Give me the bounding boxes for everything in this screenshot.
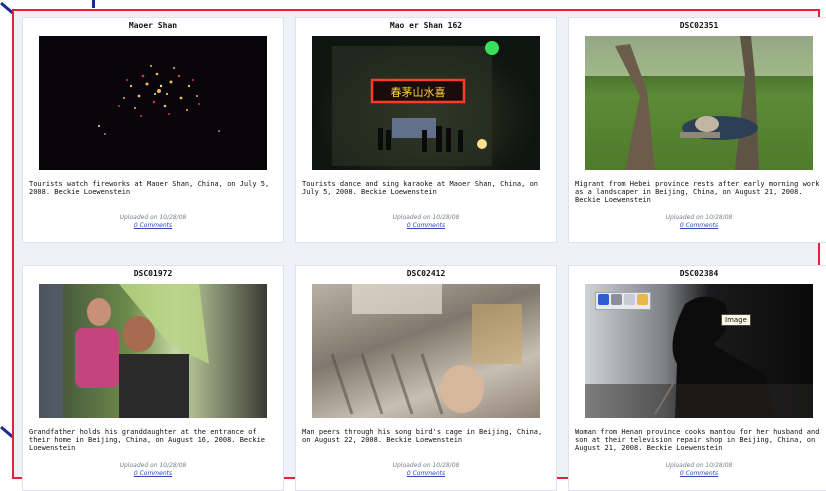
upload-date: Uploaded on 10/28/08 — [392, 462, 460, 469]
photo-title[interactable]: Mao er Shan 162 — [296, 18, 556, 33]
save-icon[interactable] — [598, 294, 609, 305]
photo-caption: Woman from Henan province cooks mantou f… — [575, 428, 820, 452]
upload-date: Uploaded on 10/28/08 — [119, 214, 187, 221]
karaoke-sign-text: 春茅山水喜 — [391, 86, 446, 99]
photo-mantou[interactable]: Image — [585, 284, 813, 418]
photo-caption: Tourists watch fireworks at Maoer Shan, … — [29, 180, 270, 196]
photo-title[interactable]: DSC02412 — [296, 266, 556, 281]
grandfather-image — [39, 284, 209, 418]
photo-grandfather[interactable] — [39, 284, 267, 418]
photo-meta: Uploaded on 10/28/08 0 Comments — [296, 214, 556, 230]
image-toolbar — [595, 292, 651, 310]
photo-caption: Grandfather holds his granddaughter at t… — [29, 428, 266, 452]
email-icon[interactable] — [624, 294, 635, 305]
print-icon[interactable] — [611, 294, 622, 305]
upload-date: Uploaded on 10/28/08 — [665, 214, 733, 221]
photo-caption: Migrant from Hebei province rests after … — [575, 180, 820, 204]
image-tooltip: Image — [721, 314, 751, 326]
fireworks-image — [98, 65, 220, 135]
upload-date: Uploaded on 10/28/08 — [119, 462, 187, 469]
photo-title[interactable]: DSC02384 — [569, 266, 826, 281]
photo-card: DSC02351 Migrant from Hebei province res… — [568, 17, 826, 243]
photo-card: Mao er Shan 162 春茅山水喜 Tourists dance and… — [295, 17, 557, 243]
photo-fireworks[interactable] — [39, 36, 267, 170]
photo-karaoke[interactable]: 春茅山水喜 — [312, 36, 540, 170]
top-strip — [0, 0, 826, 8]
comments-link[interactable]: 0 Comments — [296, 222, 556, 230]
photo-meta: Uploaded on 10/28/08 0 Comments — [23, 462, 283, 478]
photo-grid: Maoer Shan Tourists watch fireworks at M… — [22, 17, 826, 491]
photo-card: DSC02412 Man peers through his song bird… — [295, 265, 557, 491]
photo-park[interactable] — [585, 36, 813, 170]
park-image — [585, 36, 813, 170]
comments-link[interactable]: 0 Comments — [23, 470, 283, 478]
comments-link[interactable]: 0 Comments — [296, 470, 556, 478]
upload-date: Uploaded on 10/28/08 — [665, 462, 733, 469]
photo-meta: Uploaded on 10/28/08 0 Comments — [569, 214, 826, 230]
photo-caption: Man peers through his song bird's cage i… — [302, 428, 543, 444]
photo-card: Maoer Shan Tourists watch fireworks at M… — [22, 17, 284, 243]
folder-icon[interactable] — [637, 294, 648, 305]
karaoke-image: 春茅山水喜 — [332, 41, 499, 166]
photo-title[interactable]: DSC02351 — [569, 18, 826, 33]
comments-link[interactable]: 0 Comments — [569, 470, 826, 478]
photo-bird-cage[interactable] — [312, 284, 540, 418]
photo-caption: Tourists dance and sing karaoke at Maoer… — [302, 180, 539, 196]
gallery-frame: Maoer Shan Tourists watch fireworks at M… — [12, 9, 826, 491]
photo-card: DSC02384 Image Woman from Henan province… — [568, 265, 826, 491]
bird-cage-image — [330, 284, 522, 415]
photo-meta: Uploaded on 10/28/08 0 Comments — [296, 462, 556, 478]
photo-meta: Uploaded on 10/28/08 0 Comments — [569, 462, 826, 478]
photo-card: DSC01972 Grandfather holds his granddaug… — [22, 265, 284, 491]
photo-title[interactable]: Maoer Shan — [23, 18, 283, 33]
comments-link[interactable]: 0 Comments — [569, 222, 826, 230]
ui-marker — [92, 0, 95, 8]
photo-title[interactable]: DSC01972 — [23, 266, 283, 281]
photo-meta: Uploaded on 10/28/08 0 Comments — [23, 214, 283, 230]
upload-date: Uploaded on 10/28/08 — [392, 214, 460, 221]
comments-link[interactable]: 0 Comments — [23, 222, 283, 230]
